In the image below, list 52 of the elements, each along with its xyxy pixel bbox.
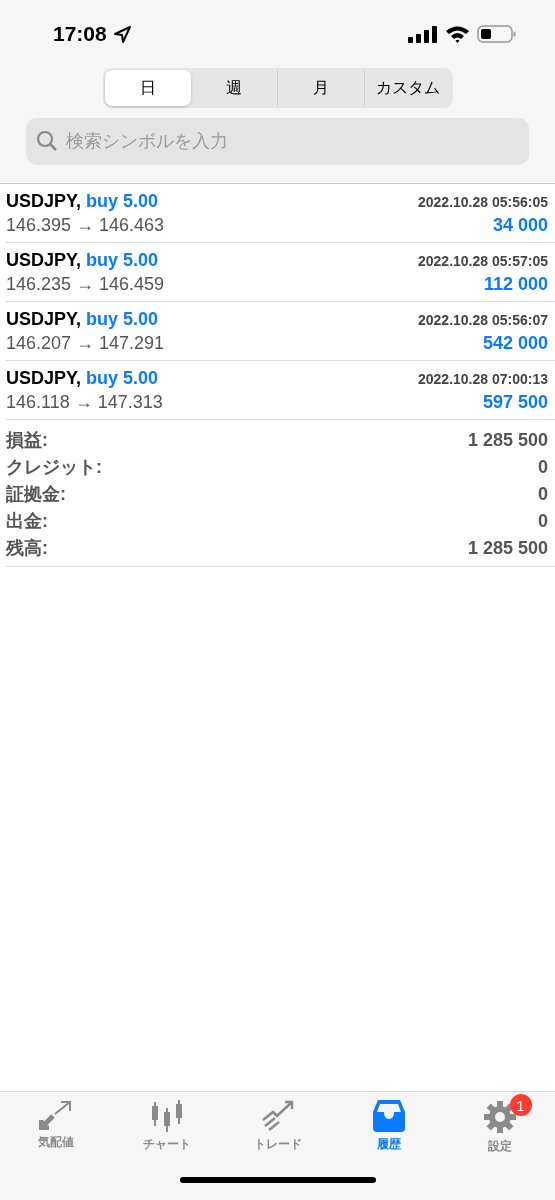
trade-time: 2022.10.28 07:00:13 [418, 370, 548, 387]
clock-time: 17:08 [53, 22, 107, 46]
location-arrow-icon [113, 25, 131, 43]
tab-bar-item[interactable]: トレード [222, 1094, 333, 1155]
summary-label: 残高: [6, 537, 48, 560]
order-text: buy 5.00 [86, 308, 159, 329]
summary-value: 1 285 500 [467, 430, 548, 451]
tab-bar-item[interactable]: 設定 1 [444, 1094, 555, 1155]
summary-value: 1 285 500 [467, 538, 548, 559]
segment-tab[interactable]: カスタム [363, 70, 451, 106]
order-text: buy 5.00 [86, 190, 159, 211]
summary-value: 0 [538, 484, 548, 505]
profit-value: 597 500 [482, 391, 548, 413]
profit-value: 34 000 [492, 214, 548, 236]
summary-label: 出金: [6, 510, 48, 533]
symbol-text: USDJPY, [6, 249, 82, 270]
summary-label: 証拠金: [6, 483, 66, 506]
battery-icon [477, 24, 517, 44]
summary-label: クレジット: [6, 456, 102, 479]
summary-label: 損益: [6, 429, 48, 452]
order-text: buy 5.00 [86, 249, 159, 270]
profit-value: 542 000 [482, 332, 548, 354]
notification-badge: 1 [509, 1094, 532, 1116]
search-field[interactable]: 検索シンボルを入力 [26, 118, 529, 165]
price-range: 146.207 → 147.291 [6, 332, 165, 354]
inbox-icon [371, 1100, 406, 1132]
trade-time: 2022.10.28 05:56:05 [418, 193, 548, 210]
symbol-text: USDJPY, [6, 367, 82, 388]
symbol-text: USDJPY, [6, 190, 82, 211]
price-range: 146.118 → 147.313 [6, 391, 163, 413]
trade-time: 2022.10.28 05:57:05 [418, 252, 548, 269]
tab-bar-item[interactable]: 気配値 [0, 1094, 111, 1155]
candlestick-icon [149, 1100, 184, 1132]
segment-tab[interactable]: 月 [276, 70, 364, 106]
order-text: buy 5.00 [86, 367, 159, 388]
price-range: 146.395 → 146.463 [6, 214, 165, 236]
diagonal-arrows-icon [38, 1100, 73, 1130]
segment-tab[interactable]: 日 [104, 70, 191, 106]
tab-bar-item[interactable]: 履歴 [333, 1094, 444, 1155]
symbol-text: USDJPY, [6, 308, 82, 329]
trade-time: 2022.10.28 05:56:07 [418, 311, 548, 328]
signal-icon [408, 25, 438, 43]
wifi-icon [445, 25, 470, 43]
segment-tab[interactable]: 週 [190, 70, 277, 106]
summary-value: 0 [538, 511, 548, 532]
gear-icon [482, 1100, 517, 1134]
price-range: 146.235 → 146.459 [6, 273, 165, 295]
summary-value: 0 [538, 457, 548, 478]
profit-value: 112 000 [483, 273, 548, 295]
trend-lines-icon [260, 1100, 295, 1132]
search-icon [36, 130, 58, 152]
tab-bar-item[interactable]: チャート [111, 1094, 222, 1155]
